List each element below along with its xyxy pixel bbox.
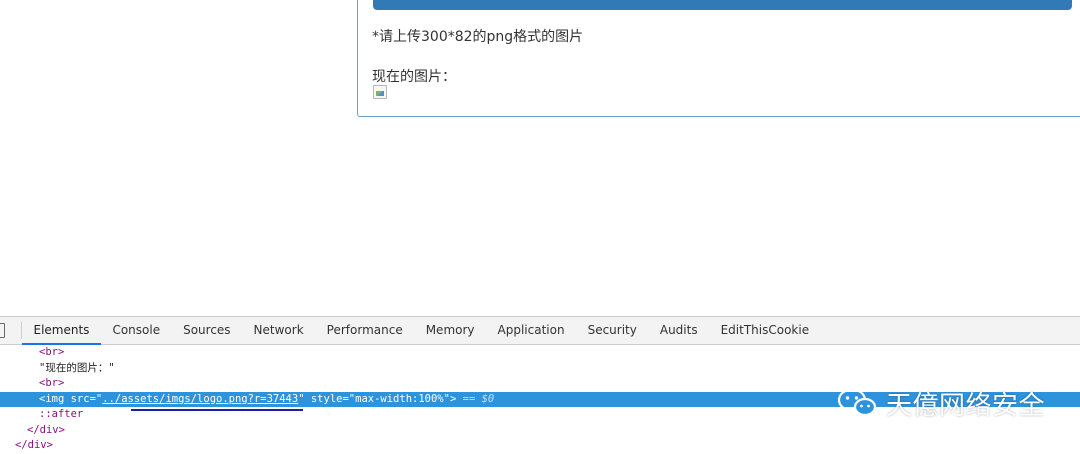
close-div-tag: </div>: [15, 439, 53, 451]
upload-hint: *请上传300*82的png格式的图片: [372, 29, 584, 45]
annotation-underline: [131, 409, 303, 411]
img-close-tag: ">: [443, 392, 457, 405]
dom-node-close-div[interactable]: </div>: [0, 423, 1080, 439]
tab-editthiscookie[interactable]: EditThisCookie: [709, 317, 821, 344]
tab-application[interactable]: Application: [486, 317, 576, 344]
wechat-icon: [837, 388, 877, 419]
devtools-tab-strip: Elements Console Sources Network Perform…: [22, 317, 821, 345]
devtools-toolbar: Elements Console Sources Network Perform…: [0, 317, 1080, 345]
watermark: 天億网络安全: [836, 383, 1045, 423]
attr-src-name: src: [70, 392, 90, 405]
close-div-tag: </div>: [27, 423, 65, 436]
tab-audits[interactable]: Audits: [648, 317, 709, 344]
attr-src-link[interactable]: ../assets/imgs/logo.png?r=37443: [102, 393, 298, 405]
attr-src-eq: =": [89, 392, 103, 405]
img-open-tag: <img: [39, 392, 71, 405]
tab-console[interactable]: Console: [101, 317, 172, 344]
current-image-label: 现在的图片：: [372, 69, 456, 85]
selected-node-ref: == $0: [456, 392, 495, 405]
broken-image-icon[interactable]: [373, 85, 387, 99]
attr-style-value: max-width:100%: [355, 392, 444, 405]
br-tag: <br>: [39, 377, 65, 389]
page-area: *请上传300*82的png格式的图片 现在的图片：: [0, 0, 1080, 316]
logo-upload-panel: *请上传300*82的png格式的图片 现在的图片：: [357, 0, 1080, 117]
text-node: "现在的图片：": [39, 361, 115, 374]
tab-security[interactable]: Security: [576, 317, 648, 344]
tab-elements[interactable]: Elements: [22, 317, 101, 345]
tab-memory[interactable]: Memory: [414, 317, 486, 344]
device-toolbar-icon[interactable]: [0, 323, 5, 338]
after-pseudo: ::after: [39, 408, 84, 420]
dom-node-text[interactable]: "现在的图片：": [0, 361, 1080, 377]
attr-style-name: style: [304, 392, 343, 405]
br-tag: <br>: [39, 346, 65, 358]
upload-button[interactable]: [373, 0, 1072, 10]
dom-node-br[interactable]: <br>: [0, 345, 1080, 361]
tab-performance[interactable]: Performance: [315, 317, 414, 344]
tab-network[interactable]: Network: [242, 317, 315, 344]
attr-style-eq: =": [342, 392, 356, 405]
watermark-text: 天億网络安全: [886, 390, 1046, 421]
img-tag-line: <img src="../assets/imgs/logo.png?r=3744…: [39, 392, 494, 408]
tab-sources[interactable]: Sources: [172, 317, 242, 344]
dom-node-close-div[interactable]: </div>: [0, 438, 1080, 454]
